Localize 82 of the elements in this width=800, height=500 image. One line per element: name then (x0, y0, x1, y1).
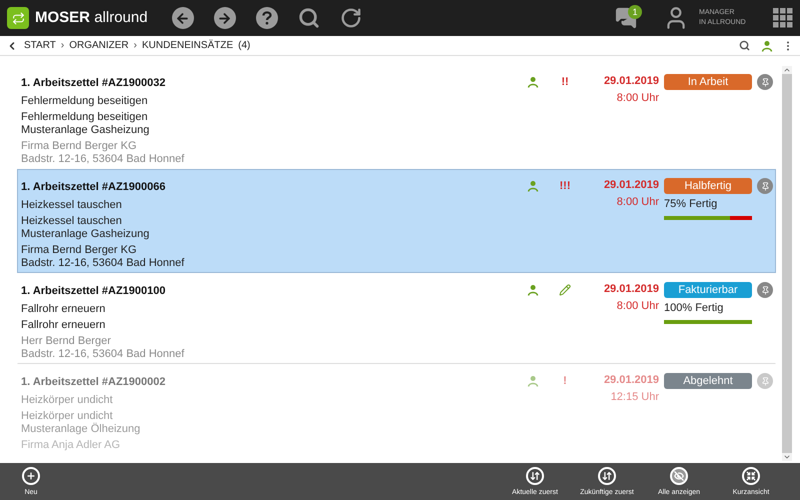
item-count: (4) (238, 39, 250, 53)
person-icon (527, 375, 539, 387)
shrink-icon (746, 470, 756, 480)
work-order-card[interactable]: 1. Arbeitszettel #AZ1900100 Fallrohr erneuern Fallrohr erneuern Herr Bernd Berger Badstr. 12-16, 53604 Bad Honnef 29.01.2019 8:00 Uhr Fakturierbar 100% Fertig (17, 273, 776, 364)
pin-button[interactable] (757, 74, 773, 90)
pin-button[interactable] (757, 282, 773, 298)
help-icon (262, 11, 272, 25)
priority-marker: !! (561, 75, 569, 89)
sort-down-icon (602, 470, 612, 480)
due-time: 8:00 Uhr (616, 195, 659, 209)
search-icon[interactable] (739, 40, 750, 51)
order-detail: Fallrohr erneuern (21, 319, 106, 332)
message-count-badge: 1 (628, 5, 642, 19)
customer-address: Firma Bernd Berger KG (21, 140, 138, 153)
arrow-right-icon (217, 10, 232, 26)
priority-marker: !!! (560, 179, 570, 193)
due-time: 12:15 Uhr (610, 390, 659, 404)
progress-label: 75% Fertig (664, 197, 718, 211)
refresh-button[interactable] (340, 7, 362, 29)
progress-label: 100% Fertig (664, 301, 724, 315)
due-date: 29.01.2019 (604, 178, 659, 192)
status-badge: In Arbeit (664, 74, 752, 90)
status-badge: Halbfertig (664, 178, 752, 194)
customer-address: Herr Bernd Berger (21, 335, 112, 348)
status-badge: Fakturierbar (664, 282, 752, 298)
pin-icon (760, 376, 770, 386)
customer-address: Badstr. 12-16, 53604 Bad Honnef (21, 257, 186, 270)
order-title: 1. Arbeitszettel #AZ1900100 (21, 284, 166, 299)
order-detail: Heizkessel tauschen (21, 215, 123, 228)
order-subject: Fehlermeldung beseitigen (21, 95, 149, 108)
sort-up-icon (530, 470, 540, 480)
order-detail: Musteranlage Ölheizung (21, 423, 142, 436)
pin-icon (760, 78, 770, 86)
app-name: MOSER allround (35, 8, 148, 28)
due-date: 29.01.2019 (604, 282, 659, 296)
customer-address: Firma Anja Adler AG (21, 439, 122, 452)
back-button[interactable] (172, 7, 194, 29)
help-button[interactable] (256, 7, 278, 29)
person-icon (527, 76, 539, 88)
scroll-down-icon[interactable] (783, 453, 791, 461)
order-subject: Heizkessel tauschen (21, 199, 123, 212)
pin-button[interactable] (757, 178, 773, 194)
person-icon (761, 40, 773, 52)
priority-marker: ! (563, 374, 567, 388)
work-order-card[interactable]: 1. Arbeitszettel #AZ1900066 Heizkessel tauschen Heizkessel tauschen Musteranlage Gasheizung Firma Bernd Berger KG Badstr. 12-16, 53604 Bad Honnef !!! 29.01.2019 8:00 Uhr Halbfertig 75% Fertig (17, 169, 776, 273)
scroll-up-icon[interactable] (783, 66, 791, 74)
forward-button[interactable] (214, 7, 236, 29)
breadcrumb-link[interactable]: KUNDENEINSÄTZE (142, 38, 234, 53)
order-title: 1. Arbeitszettel #AZ1900066 (21, 180, 166, 195)
search-icon (298, 7, 320, 29)
due-time: 8:00 Uhr (616, 299, 659, 313)
repeat-icon (12, 12, 24, 24)
order-detail: Musteranlage Gasheizung (21, 228, 150, 241)
status-badge: Abgelehnt (664, 373, 752, 389)
due-date: 29.01.2019 (604, 373, 659, 387)
customer-address: Badstr. 12-16, 53604 Bad Honnef (21, 153, 186, 166)
order-detail: Musteranlage Gasheizung (21, 124, 150, 137)
breadcrumb-link[interactable]: ORGANIZER (69, 38, 129, 53)
order-detail: Heizkörper undicht (21, 410, 114, 422)
customer-address: Firma Bernd Berger KG (21, 244, 138, 257)
pin-icon (760, 286, 770, 294)
search-button[interactable] (298, 7, 320, 29)
order-subject: Fallrohr erneuern (21, 303, 106, 316)
add-icon (26, 470, 36, 480)
eye-off-icon (674, 470, 684, 480)
order-subject: Heizkörper undicht (21, 394, 114, 407)
pencil-icon (559, 284, 571, 296)
breadcrumb-link[interactable]: START (24, 38, 56, 53)
person-icon (527, 284, 539, 296)
refresh-icon (340, 7, 362, 29)
work-order-card[interactable]: 1. Arbeitszettel #AZ1900032 Fehlermeldung beseitigen Fehlermeldung beseitigen Musteranlage Gasheizung Firma Bernd Berger KG Badstr. 12-16, 53604 Bad Honnef !! 29.01.2019 8:00 Uhr In Arbeit (17, 65, 776, 169)
breadcrumb-separator: › (60, 39, 64, 53)
pin-icon (760, 182, 770, 190)
person-icon (527, 180, 539, 192)
due-time: 8:00 Uhr (616, 91, 659, 105)
due-date: 29.01.2019 (604, 74, 659, 88)
order-title: 1. Arbeitszettel #AZ1900032 (21, 76, 166, 91)
order-detail: Fehlermeldung beseitigen (21, 111, 149, 124)
order-title: 1. Arbeitszettel #AZ1900002 (21, 375, 166, 390)
customer-address: Badstr. 12-16, 53604 Bad Honnef (21, 348, 186, 361)
apps-grid-icon[interactable] (773, 8, 793, 28)
breadcrumb-separator: › (134, 39, 137, 53)
